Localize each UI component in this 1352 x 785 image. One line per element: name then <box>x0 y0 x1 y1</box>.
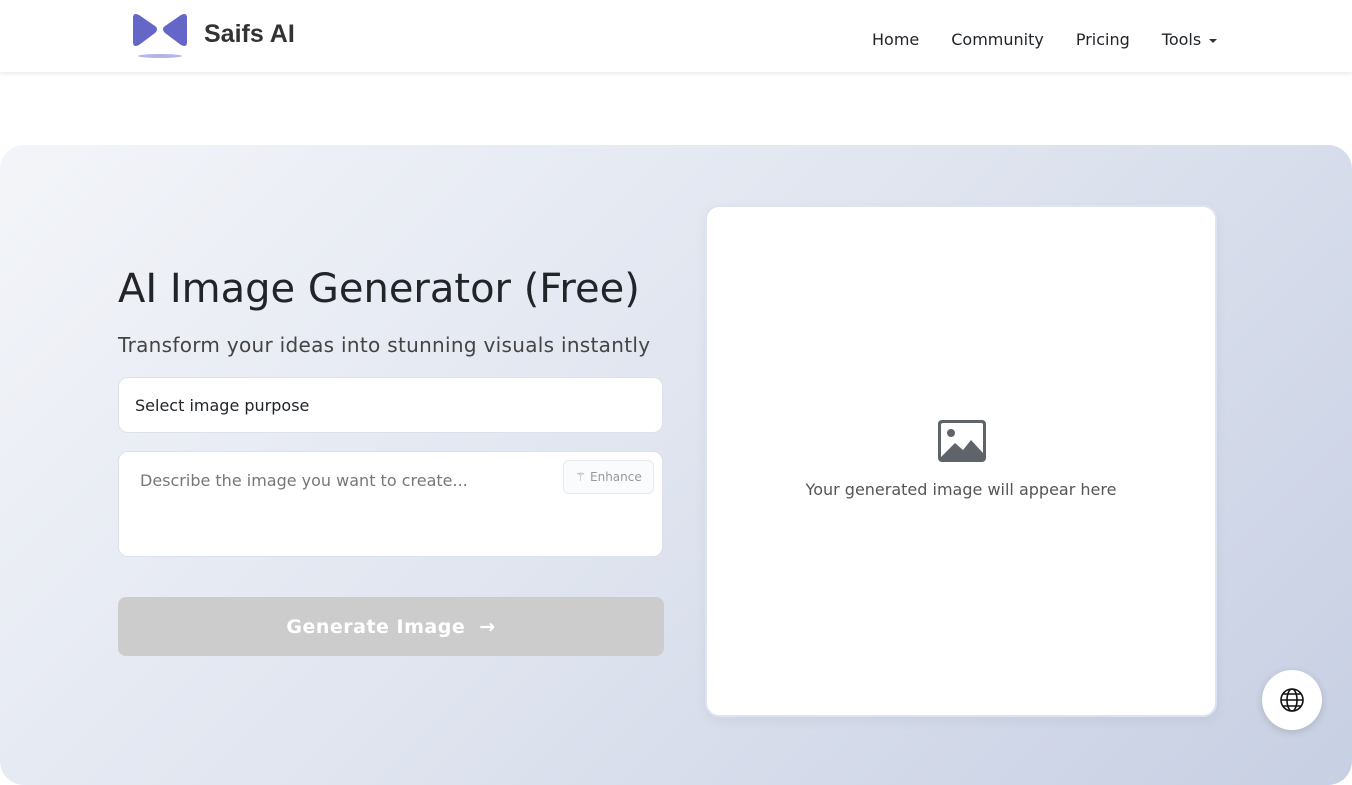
nav-tools-label: Tools <box>1161 30 1202 49</box>
magic-wand-icon: ⚚ <box>575 470 587 484</box>
prompt-placeholder: Describe the image you want to create... <box>140 471 468 490</box>
enhance-label: Enhance <box>590 470 642 484</box>
navbar: Saifs AI Home Community Pricing Tools <box>0 0 1352 72</box>
generate-label: Generate Image <box>286 615 466 638</box>
generate-image-button[interactable]: Generate Image → <box>118 597 664 656</box>
logo[interactable]: Saifs AI <box>130 12 295 60</box>
image-preview-card: Your generated image will appear here <box>705 205 1217 717</box>
page-subtitle: Transform your ideas into stunning visua… <box>118 333 651 357</box>
globe-icon <box>1280 688 1304 712</box>
language-button[interactable] <box>1262 670 1322 730</box>
caret-down-icon <box>1209 38 1218 43</box>
enhance-button[interactable]: ⚚ Enhance <box>563 460 654 494</box>
nav-tools-dropdown[interactable]: Tools <box>1161 30 1218 49</box>
logo-icon <box>133 14 187 58</box>
page-title: AI Image Generator (Free) <box>118 266 640 312</box>
preview-caption: Your generated image will appear here <box>805 480 1117 499</box>
image-icon <box>938 420 986 462</box>
prompt-textarea[interactable]: Describe the image you want to create...… <box>118 451 663 557</box>
nav-pricing[interactable]: Pricing <box>1076 30 1130 49</box>
nav-community[interactable]: Community <box>951 30 1044 49</box>
brand-name: Saifs AI <box>204 19 295 48</box>
arrow-right-icon: → <box>479 615 496 638</box>
image-purpose-select[interactable]: Select image purpose <box>118 377 663 433</box>
nav-home[interactable]: Home <box>872 30 919 49</box>
